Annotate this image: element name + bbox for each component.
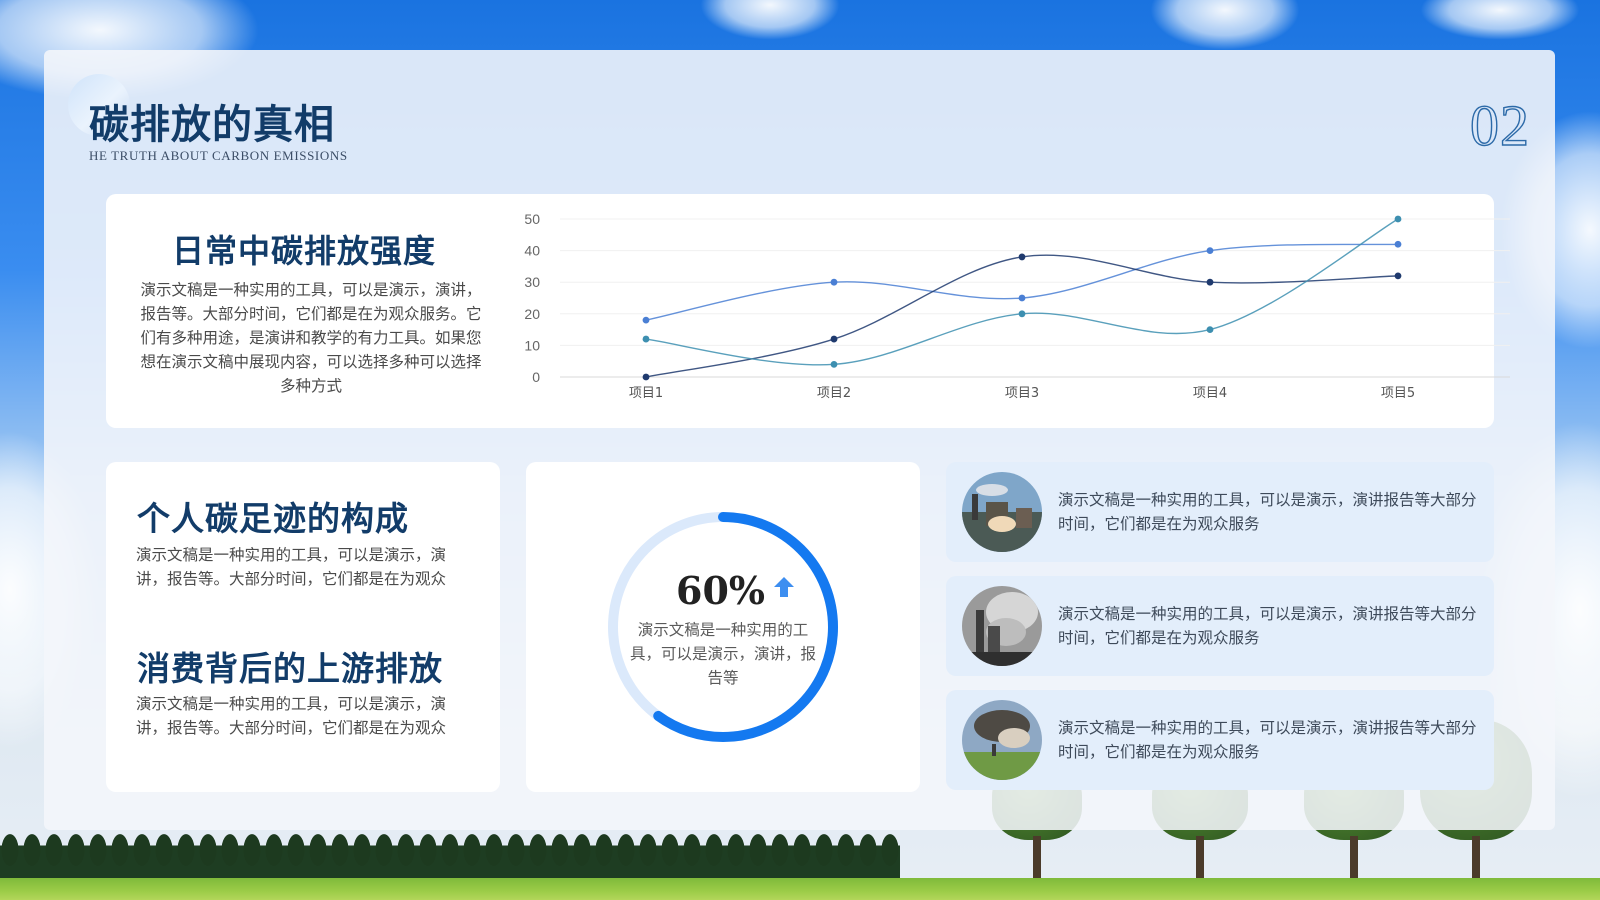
page-title: 碳排放的真相 [89, 101, 335, 148]
donut-value: 60% [676, 568, 765, 613]
x-tick-label: 项目2 [817, 386, 851, 401]
series-3-point [1206, 326, 1214, 333]
grass-field [0, 878, 1600, 900]
chart-section-heading: 日常中碳排放强度 [172, 232, 437, 270]
series-2-point [1394, 272, 1402, 280]
y-tick-label: 20 [524, 306, 540, 322]
series-1-point [830, 278, 838, 286]
upstream-heading: 消费背后的上游排放 [137, 649, 443, 688]
x-tick-label: 项目1 [629, 386, 663, 401]
power-plant-photo-icon [962, 586, 1042, 666]
series-1-point [1018, 294, 1026, 302]
line-chart: 0 10 20 30 40 50 项目1 项目2 项目3 项目4 项目5 [524, 211, 1510, 401]
info-text-2: 演示文稿是一种实用的工具，可以是演示，演讲报告等大部分时间，它们都是在为观众服务 [1058, 605, 1477, 647]
info-row-3: 演示文稿是一种实用的工具，可以是演示，演讲报告等大部分时间，它们都是在为观众服务 [946, 690, 1494, 790]
page-number: 02 [1469, 92, 1530, 158]
series-2-point [830, 335, 838, 343]
series-3-point [642, 335, 650, 343]
y-tick-label: 30 [524, 274, 540, 290]
y-tick-label: 10 [524, 337, 540, 353]
footprint-heading: 个人碳足迹的构成 [137, 499, 409, 538]
factory-smoke-photo-icon [962, 472, 1042, 552]
up-arrow-icon [774, 577, 794, 597]
series-3-point [830, 360, 838, 368]
series-line-3 [645, 218, 1399, 366]
y-tick-label: 0 [532, 369, 540, 385]
x-tick-label: 项目5 [1381, 386, 1415, 401]
series-3-point [1394, 215, 1402, 223]
footprint-text: 演示文稿是一种实用的工具，可以是演示，演讲，报告等。大部分时间，它们都是在为观众 [136, 546, 447, 588]
upstream-text: 演示文稿是一种实用的工具，可以是演示，演讲，报告等。大部分时间，它们都是在为观众 [136, 695, 447, 737]
info-row-2: 演示文稿是一种实用的工具，可以是演示，演讲报告等大部分时间，它们都是在为观众服务 [946, 576, 1494, 676]
y-tick-label: 40 [524, 243, 540, 259]
info-text-1: 演示文稿是一种实用的工具，可以是演示，演讲报告等大部分时间，它们都是在为观众服务 [1058, 491, 1477, 533]
x-tick-label: 项目3 [1005, 386, 1039, 401]
series-1-point [642, 316, 650, 324]
page-subtitle: HE TRUTH ABOUT CARBON EMISSIONS [89, 148, 348, 163]
chart-section-description: 演示文稿是一种实用的工具，可以是演示，演讲，报告等。大部分时间，它们都是在为观众… [140, 281, 482, 395]
info-text-3: 演示文稿是一种实用的工具，可以是演示，演讲报告等大部分时间，它们都是在为观众服务 [1058, 719, 1477, 761]
pollution-field-photo-icon [962, 700, 1042, 780]
series-2-point [1018, 253, 1026, 261]
series-3-point [1018, 310, 1026, 318]
series-2-point [1206, 278, 1214, 286]
donut-description: 演示文稿是一种实用的工具，可以是演示，演讲，报告等 [630, 621, 817, 687]
series-2-point [642, 373, 650, 381]
info-row-1: 演示文稿是一种实用的工具，可以是演示，演讲报告等大部分时间，它们都是在为观众服务 [946, 462, 1494, 562]
series-1-point [1206, 247, 1214, 254]
x-tick-label: 项目4 [1193, 386, 1227, 401]
y-tick-label: 50 [524, 211, 540, 227]
series-1-point [1394, 240, 1402, 248]
